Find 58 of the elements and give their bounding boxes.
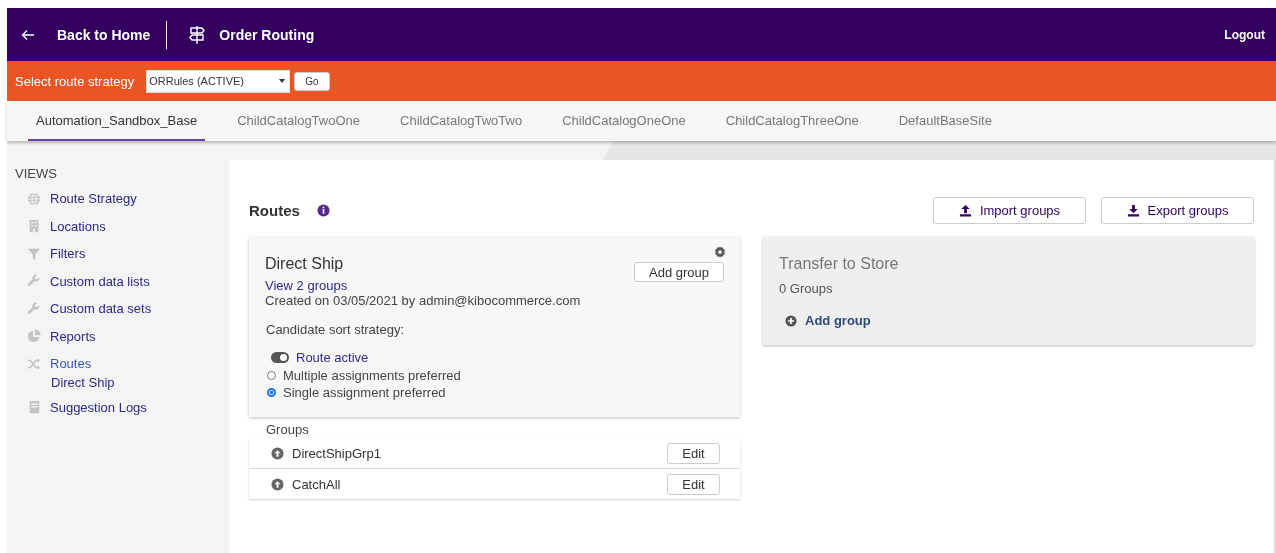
section-title: Routes xyxy=(249,201,300,219)
book-icon xyxy=(27,400,41,415)
wrench-icon xyxy=(27,274,41,289)
pie-chart-icon xyxy=(27,329,41,344)
export-button[interactable]: Export groups xyxy=(1101,196,1254,224)
go-button[interactable]: Go xyxy=(294,71,330,91)
back-button[interactable]: Back to Home xyxy=(21,26,151,43)
route-title: Direct Ship xyxy=(265,255,344,273)
logout-link[interactable]: Logout xyxy=(1224,27,1265,42)
signpost-icon xyxy=(187,24,208,45)
caret-icon xyxy=(279,79,286,83)
add-group-link[interactable]: Add group xyxy=(785,313,1238,328)
sidebar-item[interactable]: Locations xyxy=(15,212,229,240)
group-name: CatchAll xyxy=(292,476,341,492)
sidebar-item[interactable]: Custom data lists xyxy=(15,267,229,295)
radio-label: Single assignment preferred xyxy=(283,385,446,400)
arrow-left-icon xyxy=(21,27,35,42)
site-tab[interactable]: ChildCatalogThreeOne xyxy=(717,101,867,141)
toggle-switch[interactable] xyxy=(271,352,289,363)
toggle-label: Route active xyxy=(296,350,369,365)
strategy-dropdown[interactable]: ORRules (ACTIVE) xyxy=(146,69,291,93)
sidebar-item[interactable]: Reports xyxy=(15,322,229,350)
radio-button[interactable] xyxy=(267,388,276,397)
sidebar-item[interactable]: Route Strategy xyxy=(15,185,229,213)
app-title: Order Routing xyxy=(219,26,315,43)
building-icon xyxy=(27,219,41,234)
radio-label: Multiple assignments preferred xyxy=(283,368,461,383)
import-button[interactable]: Import groups xyxy=(933,196,1086,224)
group-name: DirectShipGrp1 xyxy=(292,445,381,461)
site-tab[interactable]: DefaultBaseSite xyxy=(890,101,1000,141)
download-icon xyxy=(1126,203,1140,217)
sidebar-item[interactable]: Suggestion Logs xyxy=(15,393,229,421)
route-title: Transfer to Store xyxy=(779,255,899,273)
sidebar-item[interactable]: Custom data sets xyxy=(15,295,229,323)
site-tab[interactable]: ChildCatalogTwoOne xyxy=(229,101,369,141)
site-tab[interactable]: ChildCatalogOneOne xyxy=(554,101,694,141)
groups-label: Groups xyxy=(266,422,310,437)
site-tab[interactable]: ChildCatalogTwoTwo xyxy=(392,101,531,141)
arrow-up-circle-icon xyxy=(271,477,284,491)
sort-strategy-label: Candidate sort strategy: xyxy=(266,322,406,337)
edit-button[interactable]: Edit xyxy=(667,442,720,464)
sidebar-item[interactable]: Filters xyxy=(15,240,229,268)
upload-icon xyxy=(958,203,972,217)
shuffle-icon xyxy=(27,356,41,371)
arrow-up-circle-icon xyxy=(271,446,284,460)
created-text: Created on 03/05/2021 by admin@kibocommerce.com xyxy=(265,293,582,308)
strategy-label: Select route strategy xyxy=(15,73,135,89)
globe-icon xyxy=(27,191,41,206)
wrench-icon xyxy=(27,301,41,316)
edit-button[interactable]: Edit xyxy=(667,473,720,495)
info-icon xyxy=(316,203,330,217)
settings-icon[interactable] xyxy=(714,246,726,258)
filter-icon xyxy=(27,246,41,261)
views-heading: VIEWS xyxy=(15,166,57,181)
group-count: 0 Groups xyxy=(779,281,834,296)
add-group-button[interactable]: Add group xyxy=(634,262,724,282)
radio-button[interactable] xyxy=(267,371,276,380)
plus-circle-icon xyxy=(785,314,797,327)
